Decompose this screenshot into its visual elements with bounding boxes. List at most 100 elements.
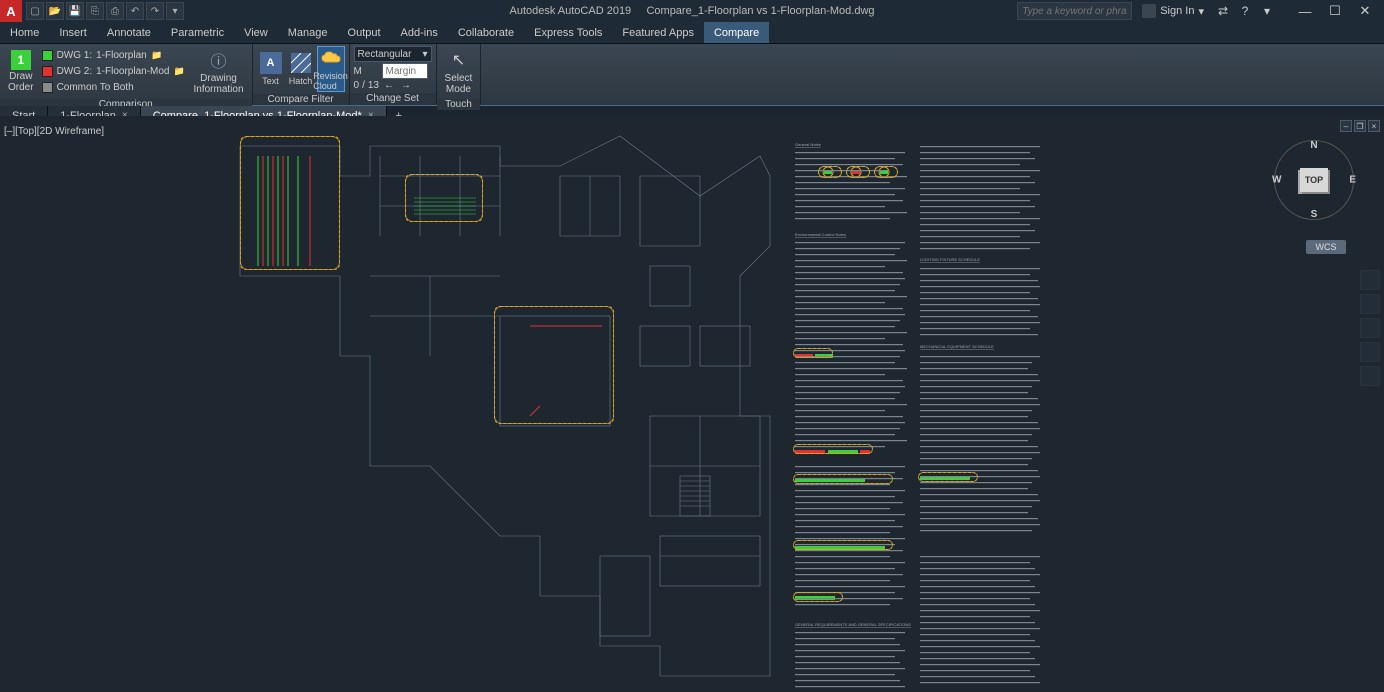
chevron-down-icon: ▾ — [423, 49, 428, 60]
tab-view[interactable]: View — [234, 22, 278, 43]
draw-order-icon: 1 — [11, 50, 31, 70]
window-title: Autodesk AutoCAD 2019 Compare_1-Floorpla… — [509, 5, 874, 17]
filter-revision-cloud-button[interactable]: Revision Cloud — [317, 46, 345, 92]
tab-addins[interactable]: Add-ins — [391, 22, 448, 43]
nav-wheel-icon[interactable] — [1360, 270, 1380, 290]
dwg1-label: DWG 1: — [57, 50, 93, 61]
floorplan-geometry — [240, 136, 770, 676]
folder-icon[interactable]: 📁 — [151, 50, 163, 62]
shape-dropdown[interactable]: Rectangular ▾ — [354, 46, 432, 62]
change-set-controls: Rectangular ▾ M 0 / 13 ← → — [354, 46, 432, 91]
minimize-button[interactable]: — — [1290, 0, 1320, 22]
notes-block-right: LIGHTING FIXTURE SCHEDULE MECHANICAL EQU… — [795, 257, 994, 627]
app-logo[interactable]: A — [0, 0, 22, 22]
dwg2-swatch — [42, 66, 53, 77]
common-row[interactable]: Common To Both — [40, 80, 188, 95]
viewport-label[interactable]: [–][Top][2D Wireframe] — [4, 126, 104, 137]
nav-sep: / — [362, 80, 365, 91]
search-input[interactable] — [1017, 2, 1132, 20]
vp-close-icon[interactable]: × — [1368, 120, 1380, 132]
signin-label: Sign In — [1160, 5, 1194, 17]
exchange-icon[interactable]: ⇄ — [1214, 2, 1232, 20]
tab-annotate[interactable]: Annotate — [97, 22, 161, 43]
viewcube-east[interactable]: E — [1349, 175, 1356, 186]
ribbon-tabs: Home Insert Annotate Parametric View Man… — [0, 22, 1384, 44]
tab-express-tools[interactable]: Express Tools — [524, 22, 612, 43]
signin-button[interactable]: Sign In ▾ — [1136, 4, 1210, 18]
drawing-information-button[interactable]: ⓘ Drawing Information — [190, 46, 248, 97]
tab-output[interactable]: Output — [338, 22, 391, 43]
filter-text-button[interactable]: A Text — [257, 46, 285, 92]
nav-pan-icon[interactable] — [1360, 294, 1380, 314]
viewcube-top-face[interactable]: TOP — [1300, 168, 1328, 192]
viewcube-south[interactable]: S — [1311, 209, 1318, 220]
notes-heading: GENERAL REQUIREMENTS AND GENERAL SPECIFI… — [795, 622, 911, 627]
text-icon: A — [260, 52, 282, 74]
vp-restore-icon[interactable]: ❐ — [1354, 120, 1366, 132]
dwg2-row[interactable]: DWG 2: 1-Floorplan-Mod 📁 — [40, 64, 188, 79]
hatch-icon — [290, 52, 312, 74]
tab-manage[interactable]: Manage — [278, 22, 338, 43]
dwg1-row[interactable]: DWG 1: 1-Floorplan 📁 — [40, 48, 188, 63]
qat-saveas-icon[interactable]: ⎘ — [86, 2, 104, 20]
tab-featured-apps[interactable]: Featured Apps — [612, 22, 704, 43]
drawing-canvas[interactable]: General Notes Environmental Control Note… — [0, 116, 1384, 689]
tab-home[interactable]: Home — [0, 22, 49, 43]
nav-next-button[interactable]: → — [399, 80, 413, 91]
viewcube-north[interactable]: N — [1310, 140, 1317, 151]
nav-zoom-icon[interactable] — [1360, 318, 1380, 338]
floorplan-svg: General Notes Environmental Control Note… — [0, 116, 1384, 689]
draw-order-button[interactable]: 1 Draw Order — [4, 48, 38, 95]
notes-heading: General Notes — [795, 142, 821, 147]
notes-block-left: General Notes Environmental Control Note… — [795, 142, 846, 237]
common-label: Common To Both — [57, 82, 134, 93]
qat-undo-icon[interactable]: ↶ — [126, 2, 144, 20]
tab-compare[interactable]: Compare — [704, 22, 769, 43]
qat-open-icon[interactable]: 📂 — [46, 2, 64, 20]
tab-parametric[interactable]: Parametric — [161, 22, 234, 43]
filter-hatch-button[interactable]: Hatch — [287, 46, 315, 92]
dwg1-file: 1-Floorplan — [96, 50, 147, 61]
folder-icon[interactable]: 📁 — [174, 66, 186, 78]
tab-insert[interactable]: Insert — [49, 22, 97, 43]
nav-orbit-icon[interactable] — [1360, 342, 1380, 362]
chevron-down-icon: ▾ — [1198, 5, 1204, 18]
drawing-info-label: Drawing Information — [194, 73, 244, 95]
panel-touch-title: Touch — [437, 99, 481, 110]
window-controls: — ☐ ✕ — [1290, 0, 1380, 22]
cursor-icon: ↖ — [446, 48, 470, 72]
qat-redo-icon[interactable]: ↷ — [146, 2, 164, 20]
navigation-bar — [1360, 270, 1380, 386]
qat-plot-icon[interactable]: ⎙ — [106, 2, 124, 20]
panel-changeset-title: Change Set — [350, 93, 436, 105]
shape-value: Rectangular — [358, 49, 412, 60]
viewcube[interactable]: N S E W TOP — [1274, 140, 1354, 220]
wcs-dropdown[interactable]: WCS — [1306, 240, 1346, 254]
nav-showmotion-icon[interactable] — [1360, 366, 1380, 386]
qat-save-icon[interactable]: 💾 — [66, 2, 84, 20]
tab-collaborate[interactable]: Collaborate — [448, 22, 524, 43]
qat-dropdown-icon[interactable]: ▾ — [166, 2, 184, 20]
panel-touch: ↖ Select Mode Touch — [437, 44, 482, 105]
margin-label-prefix: M — [354, 66, 380, 77]
common-swatch — [42, 82, 53, 93]
info-icon: ⓘ — [207, 48, 231, 72]
maximize-button[interactable]: ☐ — [1320, 0, 1350, 22]
select-mode-label: Select Mode — [445, 73, 473, 95]
close-button[interactable]: ✕ — [1350, 0, 1380, 22]
vp-minimize-icon[interactable]: – — [1340, 120, 1352, 132]
notes-heading: LIGHTING FIXTURE SCHEDULE — [920, 257, 980, 262]
nav-prev-button[interactable]: ← — [382, 80, 396, 91]
viewcube-west[interactable]: W — [1272, 175, 1281, 186]
panel-comparison: 1 Draw Order DWG 1: 1-Floorplan 📁 DWG 2:… — [0, 44, 253, 105]
panel-filter-title: Compare Filter — [253, 94, 349, 105]
notes-heading: Environmental Control Notes — [795, 232, 846, 237]
margin-input[interactable] — [382, 63, 428, 79]
nav-current: 0 — [354, 80, 360, 91]
select-mode-button[interactable]: ↖ Select Mode — [441, 46, 477, 97]
ribbon: 1 Draw Order DWG 1: 1-Floorplan 📁 DWG 2:… — [0, 44, 1384, 106]
help-icon[interactable]: ? — [1236, 2, 1254, 20]
qat-new-icon[interactable]: ▢ — [26, 2, 44, 20]
nav-total: 13 — [368, 80, 379, 91]
help-dropdown-icon[interactable]: ▾ — [1258, 2, 1276, 20]
